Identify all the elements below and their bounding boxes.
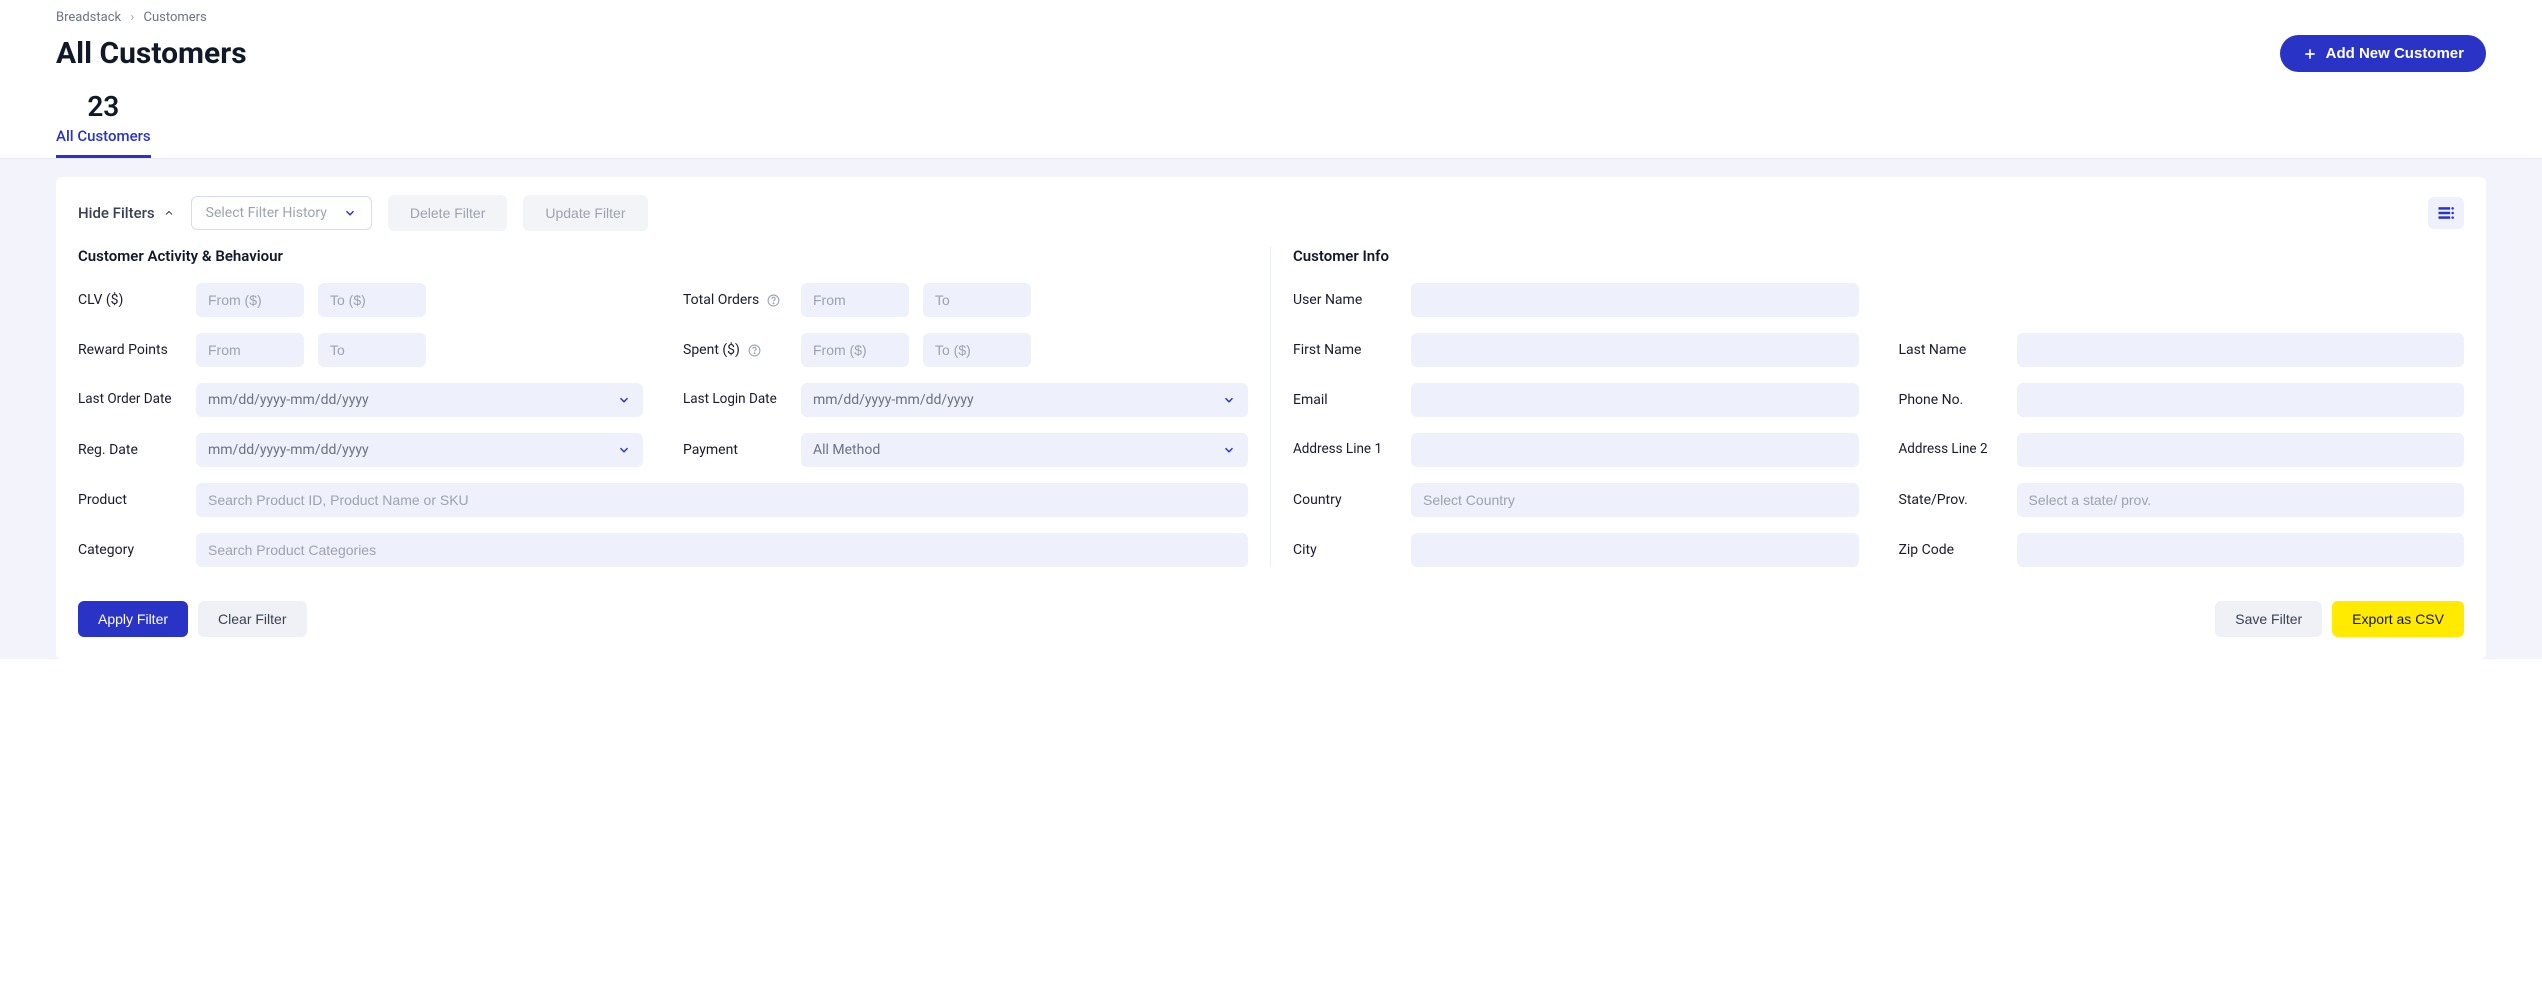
add-button-label: Add New Customer bbox=[2326, 45, 2464, 62]
email-input[interactable] bbox=[1411, 383, 1859, 417]
total-orders-to-input[interactable] bbox=[923, 283, 1031, 317]
payment-label: Payment bbox=[683, 442, 783, 458]
clv-from-input[interactable] bbox=[196, 283, 304, 317]
firstname-input[interactable] bbox=[1411, 333, 1859, 367]
last-login-date-picker[interactable]: mm/dd/yyyy-mm/dd/yyyy bbox=[801, 383, 1248, 417]
select-history-placeholder: Select Filter History bbox=[206, 205, 327, 221]
hide-filters-label: Hide Filters bbox=[78, 204, 155, 222]
product-search-input[interactable] bbox=[196, 483, 1248, 517]
last-order-date-label: Last Order Date bbox=[78, 392, 178, 408]
zip-input[interactable] bbox=[2017, 533, 2465, 567]
state-label: State/Prov. bbox=[1899, 492, 1999, 508]
breadcrumb: Breadstack › Customers bbox=[56, 10, 2486, 25]
breadcrumb-root[interactable]: Breadstack bbox=[56, 10, 121, 25]
reg-date-picker[interactable]: mm/dd/yyyy-mm/dd/yyyy bbox=[196, 433, 643, 467]
chevron-down-icon bbox=[617, 393, 631, 407]
total-orders-from-input[interactable] bbox=[801, 283, 909, 317]
tab-count: 23 bbox=[87, 90, 119, 123]
country-select[interactable] bbox=[1411, 483, 1859, 517]
reward-from-input[interactable] bbox=[196, 333, 304, 367]
add-new-customer-button[interactable]: Add New Customer bbox=[2280, 35, 2486, 72]
total-orders-label: Total Orders bbox=[683, 292, 783, 308]
date-placeholder: mm/dd/yyyy-mm/dd/yyyy bbox=[208, 442, 369, 458]
zip-label: Zip Code bbox=[1899, 542, 1999, 558]
chevron-down-icon bbox=[1222, 393, 1236, 407]
username-label: User Name bbox=[1293, 292, 1393, 308]
clear-filter-button[interactable]: Clear Filter bbox=[198, 601, 306, 637]
payment-method-select[interactable]: All Method bbox=[801, 433, 1248, 467]
addr2-label: Address Line 2 bbox=[1899, 442, 1999, 458]
clv-label: CLV ($) bbox=[78, 292, 178, 308]
last-login-date-label: Last Login Date bbox=[683, 392, 783, 408]
page-title: All Customers bbox=[56, 36, 247, 71]
state-select[interactable] bbox=[2017, 483, 2465, 517]
column-settings-button[interactable] bbox=[2428, 197, 2464, 229]
clv-to-input[interactable] bbox=[318, 283, 426, 317]
list-icon bbox=[2436, 203, 2456, 223]
phone-input[interactable] bbox=[2017, 383, 2465, 417]
spent-from-input[interactable] bbox=[801, 333, 909, 367]
phone-label: Phone No. bbox=[1899, 392, 1999, 408]
help-icon[interactable] bbox=[747, 343, 761, 357]
email-label: Email bbox=[1293, 392, 1393, 408]
plus-icon bbox=[2302, 46, 2318, 62]
breadcrumb-current: Customers bbox=[143, 10, 206, 25]
date-placeholder: mm/dd/yyyy-mm/dd/yyyy bbox=[813, 392, 974, 408]
help-icon[interactable] bbox=[767, 293, 781, 307]
firstname-label: First Name bbox=[1293, 342, 1393, 358]
hide-filters-toggle[interactable]: Hide Filters bbox=[78, 204, 175, 222]
category-search-input[interactable] bbox=[196, 533, 1248, 567]
select-filter-history-dropdown[interactable]: Select Filter History bbox=[191, 196, 372, 230]
chevron-right-icon: › bbox=[130, 10, 134, 25]
reward-points-label: Reward Points bbox=[78, 342, 178, 358]
category-label: Category bbox=[78, 542, 178, 558]
username-input[interactable] bbox=[1411, 283, 1859, 317]
date-placeholder: mm/dd/yyyy-mm/dd/yyyy bbox=[208, 392, 369, 408]
lastname-input[interactable] bbox=[2017, 333, 2465, 367]
chevron-down-icon bbox=[617, 443, 631, 457]
reg-date-label: Reg. Date bbox=[78, 442, 178, 458]
chevron-down-icon bbox=[343, 206, 357, 220]
section-heading-info: Customer Info bbox=[1293, 247, 2464, 265]
chevron-down-icon bbox=[1222, 443, 1236, 457]
last-order-date-picker[interactable]: mm/dd/yyyy-mm/dd/yyyy bbox=[196, 383, 643, 417]
country-label: Country bbox=[1293, 492, 1393, 508]
tab-all-customers[interactable]: 23 All Customers bbox=[56, 90, 151, 158]
address2-input[interactable] bbox=[2017, 433, 2465, 467]
update-filter-button: Update Filter bbox=[523, 195, 647, 231]
lastname-label: Last Name bbox=[1899, 342, 1999, 358]
save-filter-button[interactable]: Save Filter bbox=[2215, 601, 2322, 637]
delete-filter-button: Delete Filter bbox=[388, 195, 507, 231]
spent-to-input[interactable] bbox=[923, 333, 1031, 367]
export-csv-button[interactable]: Export as CSV bbox=[2332, 601, 2464, 637]
reward-to-input[interactable] bbox=[318, 333, 426, 367]
payment-placeholder: All Method bbox=[813, 442, 880, 458]
city-input[interactable] bbox=[1411, 533, 1859, 567]
city-label: City bbox=[1293, 542, 1393, 558]
tab-label: All Customers bbox=[56, 127, 151, 145]
spent-label: Spent ($) bbox=[683, 342, 783, 358]
product-label: Product bbox=[78, 492, 178, 508]
apply-filter-button[interactable]: Apply Filter bbox=[78, 601, 188, 637]
address1-input[interactable] bbox=[1411, 433, 1859, 467]
chevron-up-icon bbox=[163, 207, 175, 219]
addr1-label: Address Line 1 bbox=[1293, 442, 1393, 458]
section-heading-activity: Customer Activity & Behaviour bbox=[78, 247, 1248, 265]
